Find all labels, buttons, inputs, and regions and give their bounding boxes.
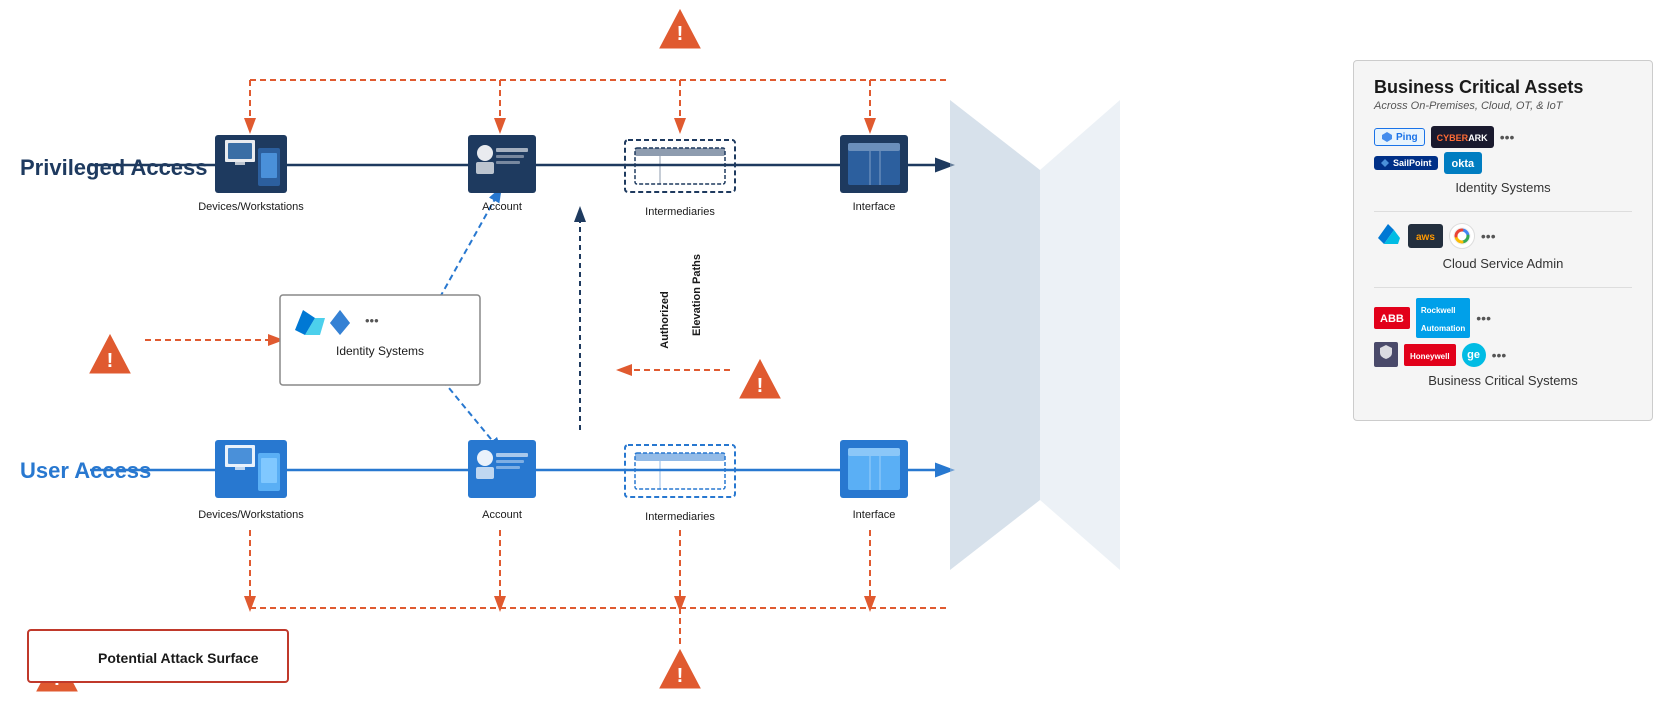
svg-text:Authorized: Authorized <box>659 291 671 348</box>
logo-ge: ge <box>1462 343 1486 367</box>
logo-aws: aws <box>1408 224 1443 248</box>
svg-text:Devices/Workstations: Devices/Workstations <box>198 509 304 521</box>
logo-abb: ABB <box>1374 307 1410 329</box>
logo-ping: Ping <box>1374 128 1425 146</box>
logo-shield <box>1374 342 1398 367</box>
svg-text:!: ! <box>107 350 114 372</box>
bca-identity-section: Ping CYBERARK ••• SailPoint okta I <box>1374 126 1632 195</box>
logo-cyberark: CYBERARK <box>1431 126 1494 148</box>
svg-text:Account: Account <box>482 201 522 213</box>
bca-critical-logos: ABB RockwellAutomation ••• <box>1374 298 1632 338</box>
bca-panel: Business Critical Assets Across On-Premi… <box>1353 60 1653 421</box>
bca-cloud-more: ••• <box>1481 228 1496 244</box>
svg-text:!: ! <box>677 665 684 687</box>
bca-identity-label: Identity Systems <box>1374 180 1632 195</box>
bca-cloud-section: aws ••• Cloud Service Admin <box>1374 222 1632 271</box>
svg-text:Potential Attack Surface: Potential Attack Surface <box>98 650 259 666</box>
bca-critical-logos-2: Honeywell ge ••• <box>1374 342 1632 367</box>
bca-critical-more-2: ••• <box>1492 347 1507 363</box>
svg-text:Intermediaries: Intermediaries <box>645 511 715 523</box>
svg-text:Identity Systems: Identity Systems <box>336 344 424 358</box>
bca-identity-more: ••• <box>1500 129 1515 145</box>
privileged-access-label: Privileged Access <box>20 155 208 180</box>
main-diagram-svg: ! ! ! ! ! Devices/Workstations Account <box>0 0 1200 718</box>
svg-text:!: ! <box>677 23 684 45</box>
svg-text:Interface: Interface <box>853 509 896 521</box>
azure-icon <box>1374 222 1402 250</box>
svg-text:Account: Account <box>482 509 522 521</box>
bca-identity-logos: Ping CYBERARK ••• <box>1374 126 1632 148</box>
user-access-label: User Access <box>20 458 151 483</box>
bca-identity-logos-2: SailPoint okta <box>1374 152 1632 174</box>
logo-sailpoint: SailPoint <box>1374 156 1438 170</box>
diagram-container: ! ! ! ! ! Devices/Workstations Account <box>0 0 1673 718</box>
bca-critical-more: ••• <box>1476 310 1491 326</box>
bca-subtitle: Across On-Premises, Cloud, OT, & IoT <box>1374 100 1632 112</box>
svg-text:Interface: Interface <box>853 201 896 213</box>
bca-cloud-label: Cloud Service Admin <box>1374 256 1632 271</box>
svg-text:•••: ••• <box>365 313 379 328</box>
bca-critical-section: ABB RockwellAutomation ••• Honeywell <box>1374 298 1632 388</box>
svg-text:Intermediaries: Intermediaries <box>645 206 715 218</box>
logo-honeywell: Honeywell <box>1404 344 1456 366</box>
svg-text:Elevation Paths: Elevation Paths <box>691 254 703 336</box>
svg-text:Devices/Workstations: Devices/Workstations <box>198 201 304 213</box>
logo-okta: okta <box>1444 152 1483 174</box>
bca-cloud-logos: aws ••• <box>1374 222 1632 250</box>
bca-critical-label: Business Critical Systems <box>1374 373 1632 388</box>
logo-rockwell: RockwellAutomation <box>1416 298 1470 338</box>
svg-text:!: ! <box>757 375 764 397</box>
bca-title: Business Critical Assets <box>1374 77 1632 98</box>
logo-gcp <box>1449 223 1475 249</box>
